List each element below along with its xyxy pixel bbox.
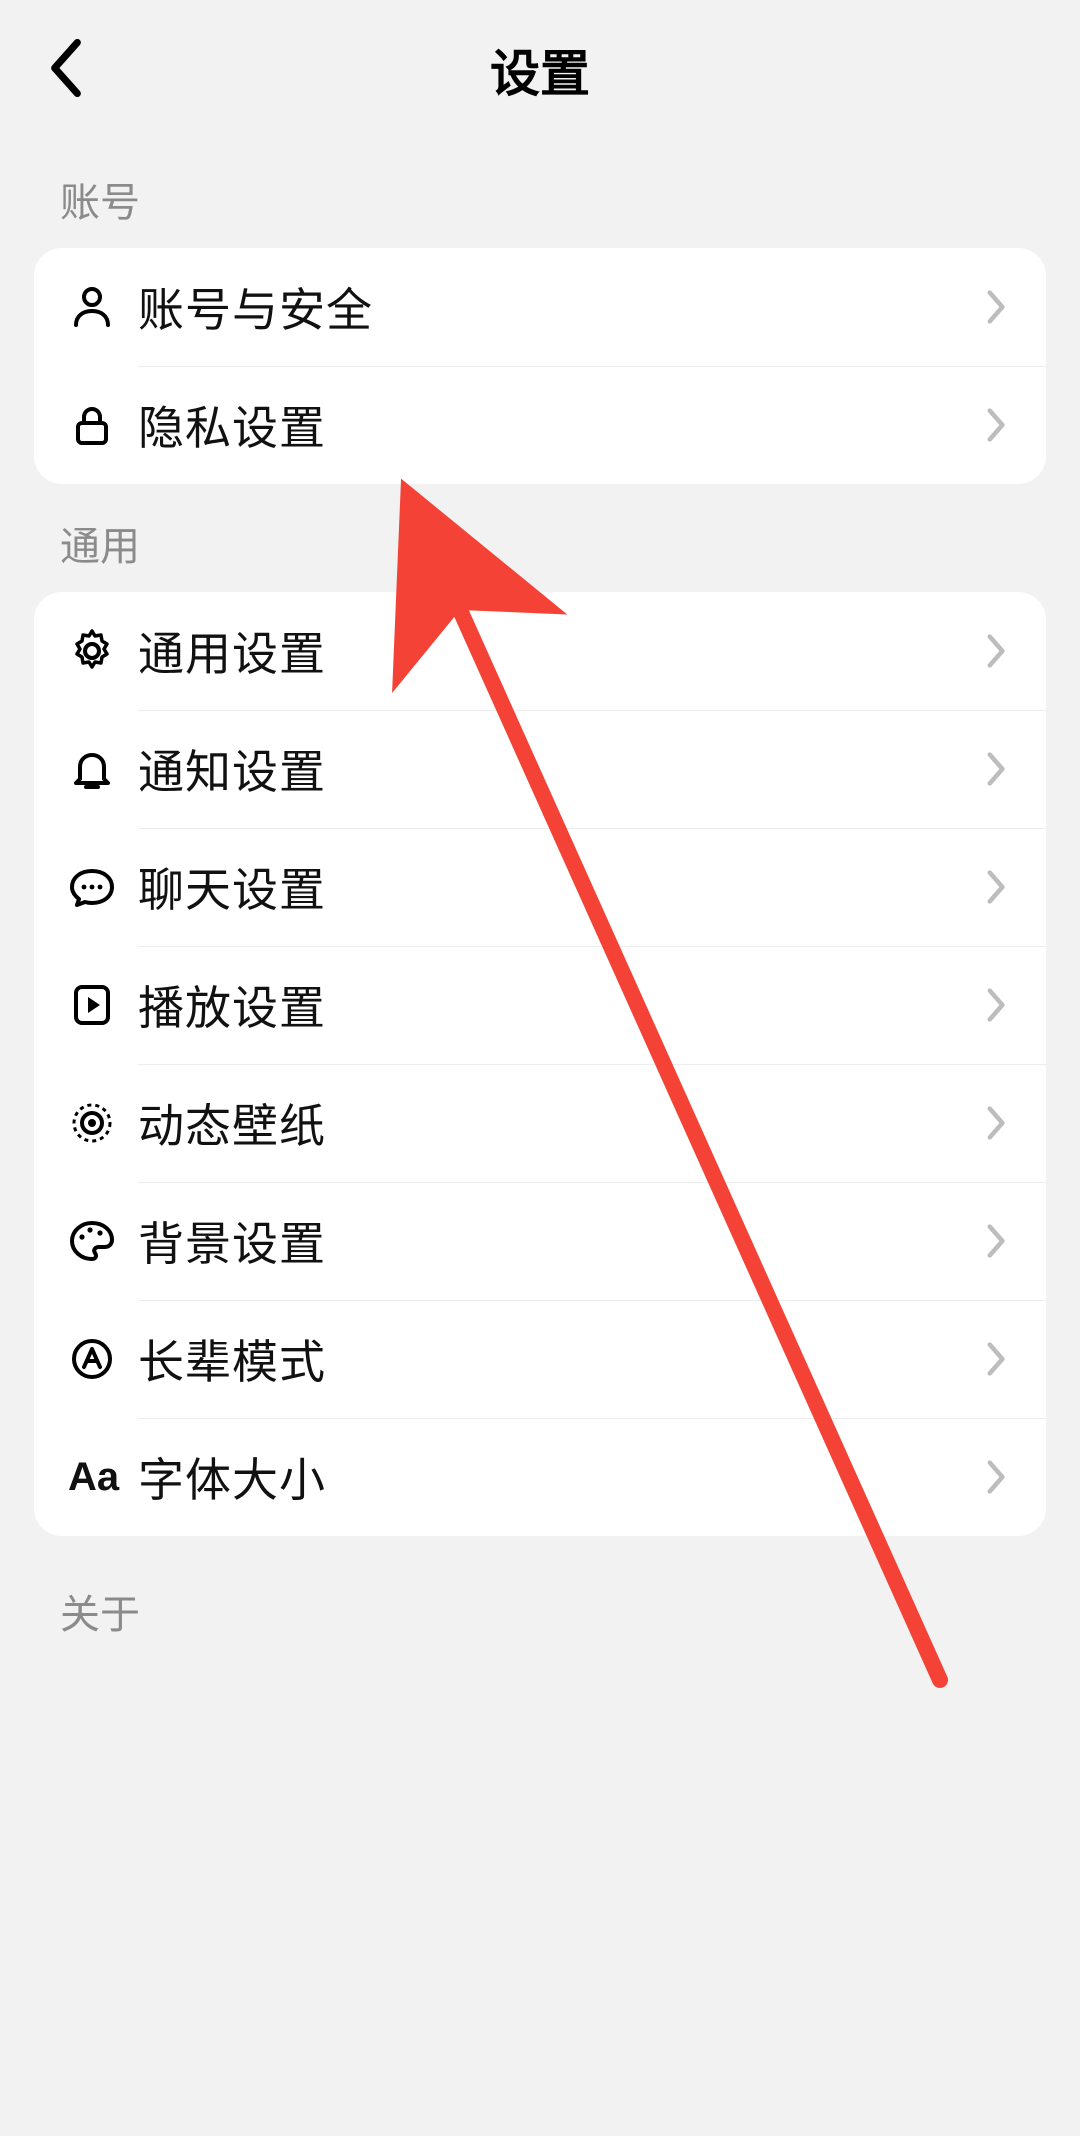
row-label: 账号与安全 xyxy=(138,274,982,340)
chevron-right-icon xyxy=(982,869,1012,905)
page-title: 设置 xyxy=(490,34,590,106)
row-label: 背景设置 xyxy=(138,1208,982,1274)
chevron-right-icon xyxy=(982,633,1012,669)
chevron-right-icon xyxy=(982,987,1012,1023)
row-elder-mode[interactable]: 长辈模式 xyxy=(34,1300,1046,1418)
row-dynamic-wallpaper[interactable]: 动态壁纸 xyxy=(34,1064,1046,1182)
row-playback-settings[interactable]: 播放设置 xyxy=(34,946,1046,1064)
chevron-right-icon xyxy=(982,1223,1012,1259)
circle-a-icon xyxy=(68,1335,138,1383)
live-wallpaper-icon xyxy=(68,1099,138,1147)
play-rect-icon xyxy=(68,981,138,1029)
card-account: 账号与安全 隐私设置 xyxy=(34,248,1046,484)
section-label-general: 通用 xyxy=(0,484,1080,592)
chevron-right-icon xyxy=(982,1105,1012,1141)
section-label-about: 关于 xyxy=(0,1536,1080,1660)
chevron-right-icon xyxy=(982,751,1012,787)
bell-icon xyxy=(68,745,138,793)
row-general-settings[interactable]: 通用设置 xyxy=(34,592,1046,710)
row-font-size[interactable]: Aa 字体大小 xyxy=(34,1418,1046,1536)
chat-icon xyxy=(68,863,138,911)
row-label: 聊天设置 xyxy=(138,854,982,920)
row-label: 隐私设置 xyxy=(138,392,982,458)
row-label: 字体大小 xyxy=(138,1444,982,1510)
row-label: 通知设置 xyxy=(138,736,982,802)
palette-icon xyxy=(68,1217,138,1265)
lock-icon xyxy=(68,401,138,449)
section-label-account: 账号 xyxy=(0,140,1080,248)
row-notification-settings[interactable]: 通知设置 xyxy=(34,710,1046,828)
chevron-right-icon xyxy=(982,289,1012,325)
back-button[interactable] xyxy=(36,40,96,100)
font-size-icon: Aa xyxy=(68,1457,138,1497)
row-label: 通用设置 xyxy=(138,618,982,684)
card-general: 通用设置 通知设置 聊天设置 播放设置 xyxy=(34,592,1046,1536)
row-privacy-settings[interactable]: 隐私设置 xyxy=(34,366,1046,484)
chevron-right-icon xyxy=(982,407,1012,443)
row-label: 长辈模式 xyxy=(138,1326,982,1392)
gear-icon xyxy=(68,627,138,675)
header: 设置 xyxy=(0,0,1080,140)
row-background-settings[interactable]: 背景设置 xyxy=(34,1182,1046,1300)
chevron-right-icon xyxy=(982,1341,1012,1377)
row-label: 播放设置 xyxy=(138,972,982,1038)
person-icon xyxy=(68,283,138,331)
row-label: 动态壁纸 xyxy=(138,1090,982,1156)
row-account-security[interactable]: 账号与安全 xyxy=(34,248,1046,366)
chevron-right-icon xyxy=(982,1459,1012,1495)
back-icon xyxy=(49,39,83,102)
row-chat-settings[interactable]: 聊天设置 xyxy=(34,828,1046,946)
